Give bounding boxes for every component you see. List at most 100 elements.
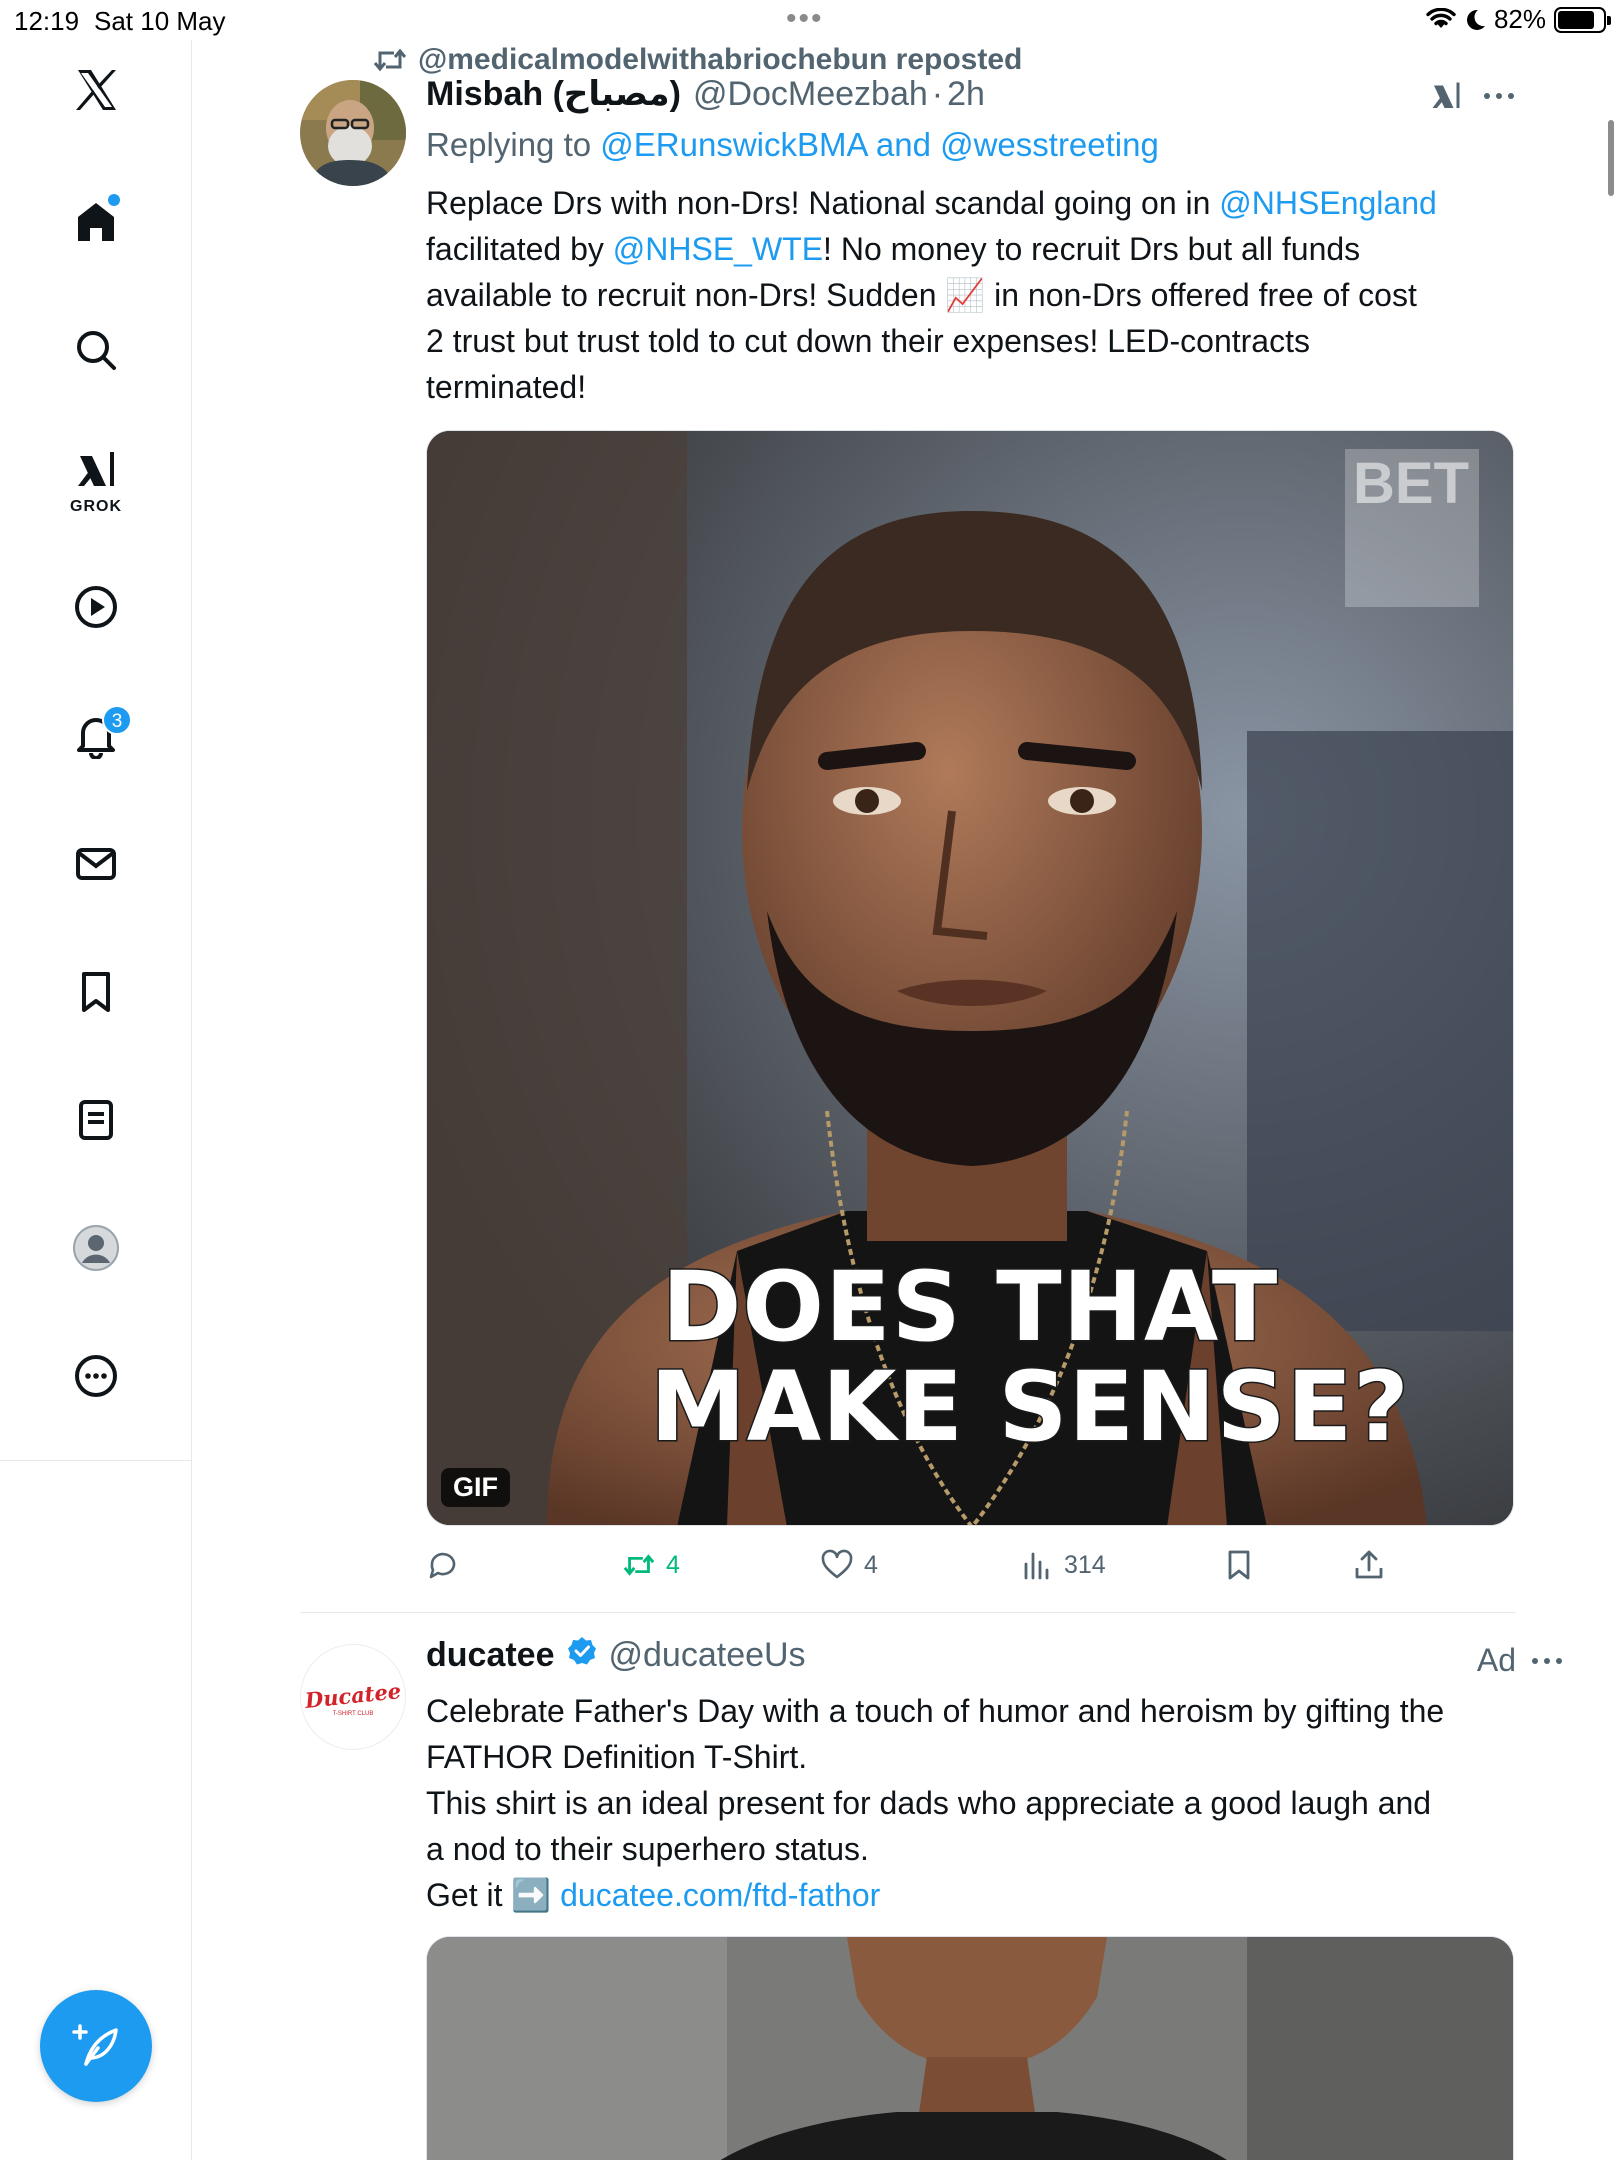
repost-count: 4	[666, 1550, 680, 1579]
share-button[interactable]	[1352, 1548, 1386, 1582]
repost-icon	[373, 48, 407, 72]
share-icon	[1355, 1550, 1383, 1579]
author-avatar[interactable]	[300, 80, 406, 186]
grok-explain-icon[interactable]	[1428, 78, 1464, 114]
compose-post-button[interactable]	[40, 1990, 152, 2102]
ad-text: Celebrate Father's Day with a touch of h…	[426, 1688, 1536, 1918]
arrow-emoji: ➡️	[511, 1877, 552, 1913]
profile-avatar-icon	[73, 1225, 119, 1271]
ad-text-line: Get it	[426, 1877, 512, 1913]
sidebar-item-more[interactable]	[56, 1336, 136, 1416]
author-handle[interactable]: @ducateeUs	[609, 1636, 806, 1675]
tweet-header: Misbah (مصباح) @DocMeezbah · 2h	[426, 74, 985, 114]
tweet-actions: 4 4 314	[426, 1548, 1514, 1596]
ad-media[interactable]	[426, 1936, 1514, 2160]
advertiser-avatar[interactable]: Ducatee T-SHIRT CLUB	[300, 1644, 406, 1750]
mention-link[interactable]: @NHSE_WTE	[613, 231, 823, 267]
sidebar-divider	[0, 1460, 192, 1461]
sidebar-item-search[interactable]	[56, 310, 136, 390]
list-icon	[79, 1100, 113, 1140]
ad-text-line: Celebrate Father's Day with a touch of h…	[426, 1693, 1445, 1729]
sidebar-item-bookmarks[interactable]	[56, 952, 136, 1032]
tweet-more-icon[interactable]	[1482, 86, 1516, 106]
bookmark-button[interactable]	[1222, 1548, 1256, 1582]
tweet-text-part: ! No money to recruit Drs but all funds	[823, 231, 1361, 267]
grok-label: GROK	[70, 498, 122, 515]
bookmark-icon	[82, 972, 110, 1012]
sidebar-item-lists[interactable]	[56, 1080, 136, 1160]
tweet-divider	[300, 1612, 1516, 1613]
sidebar-item-home[interactable]	[56, 182, 136, 262]
wifi-icon	[1426, 7, 1456, 28]
reply-user-link[interactable]: @wesstreeting	[940, 126, 1159, 163]
reply-button[interactable]	[426, 1548, 470, 1582]
gif-watermark: BET	[1353, 451, 1469, 516]
like-button[interactable]: 4	[820, 1548, 878, 1582]
time-separator: ·	[931, 75, 944, 113]
verified-badge-icon	[567, 1637, 596, 1665]
repost-icon	[623, 1554, 655, 1576]
notification-badge: 3	[102, 705, 132, 735]
search-icon	[77, 331, 116, 370]
status-icons: 82%	[1426, 4, 1611, 35]
tweet-text-part: Replace Drs with non-Drs! National scand…	[426, 185, 1220, 221]
reply-user-link[interactable]: @ERunswickBMA	[600, 126, 866, 163]
repost-button[interactable]: 4	[622, 1548, 680, 1582]
replying-prefix: Replying to	[426, 126, 592, 163]
author-name[interactable]: ducatee	[426, 1636, 555, 1675]
multitask-dots[interactable]: •••	[786, 2, 824, 36]
chart-emoji: 📈	[945, 277, 986, 313]
home-unread-dot	[108, 194, 120, 206]
views-button[interactable]: 314	[1020, 1548, 1106, 1582]
mention-link[interactable]: @NHSEngland	[1219, 185, 1436, 221]
ad-text-line: a nod to their superhero status.	[426, 1831, 869, 1867]
ad-text-line: FATHOR Definition T-Shirt.	[426, 1739, 808, 1775]
reply-icon	[429, 1552, 456, 1579]
tweet-time[interactable]: 2h	[947, 75, 985, 114]
analytics-icon	[1024, 1552, 1049, 1580]
tweet-gif[interactable]: BET DOES THAT MAKE SENSE? GIF	[426, 430, 1514, 1526]
ad-meta: Ad	[1477, 1642, 1564, 1679]
author-name[interactable]: Misbah (مصباح)	[426, 74, 681, 114]
mail-icon	[76, 848, 116, 880]
status-time: 12:19	[14, 6, 80, 36]
view-count: 314	[1064, 1550, 1106, 1579]
tweet-text: Replace Drs with non-Drs! National scand…	[426, 180, 1526, 410]
sidebar-item-grok[interactable]: GROK	[56, 438, 136, 518]
battery-icon	[1554, 6, 1611, 33]
tweet-text-part: available to recruit non-Drs! Sudden	[426, 277, 946, 313]
author-handle[interactable]: @DocMeezbah	[693, 75, 928, 114]
heart-icon	[821, 1549, 853, 1579]
compose-feather-icon	[72, 2024, 118, 2066]
sidebar-item-messages[interactable]	[56, 824, 136, 904]
sidebar-item-notifications[interactable]: 3	[56, 695, 136, 775]
tweet-text-part: in non-Drs offered free of cost	[985, 277, 1417, 313]
tweet-text-part: 2 trust but trust told to cut down their…	[426, 323, 1310, 359]
tweet-text-part: terminated!	[426, 369, 587, 405]
gif-badge: GIF	[441, 1468, 510, 1507]
tweet-more-icon[interactable]	[1530, 1651, 1564, 1671]
replying-to: Replying to @ERunswickBMA and @wesstreet…	[426, 122, 1159, 168]
repost-by-text: @medicalmodelwithabriochebun reposted	[418, 43, 1023, 76]
sidebar-item-videos[interactable]	[56, 567, 136, 647]
play-icon	[75, 586, 117, 628]
sidebar-item-profile[interactable]	[56, 1208, 136, 1288]
x-logo-icon[interactable]	[56, 50, 136, 130]
status-bar: 12:19 Sat 10 May ••• 82%	[0, 0, 1620, 40]
advertiser-logo-text: Ducatee	[303, 1678, 403, 1713]
reply-and: and	[875, 126, 931, 163]
ad-image	[427, 1937, 1513, 2160]
gif-caption-line2: MAKE SENSE?	[649, 1350, 1411, 1465]
scrollbar[interactable]	[1608, 120, 1614, 196]
advertiser-logo-subtext: T-SHIRT CLUB	[332, 1711, 374, 1717]
ad-link[interactable]: ducatee.com/ftd-fathor	[560, 1877, 880, 1913]
status-date: Sat 10 May	[94, 6, 226, 36]
grok-icon	[78, 452, 114, 486]
tweet-text-part: facilitated by	[426, 231, 613, 267]
gif-caption-line1: DOES THAT	[660, 1250, 1279, 1365]
ad-label: Ad	[1476, 1642, 1516, 1678]
moon-icon	[1466, 9, 1485, 30]
battery-percent: 82%	[1493, 4, 1546, 34]
sidebar: GROK 3	[0, 40, 192, 2160]
more-icon	[75, 1355, 117, 1397]
